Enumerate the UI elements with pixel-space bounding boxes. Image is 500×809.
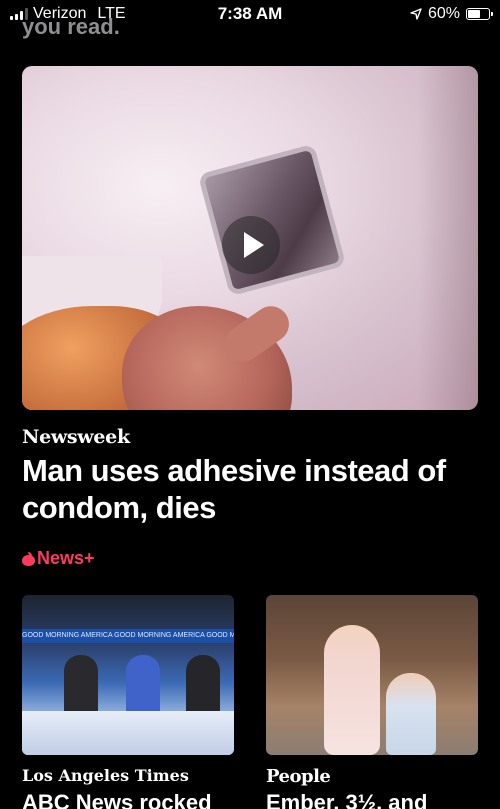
card-headline-people[interactable]: Ember, 3½, and	[266, 790, 478, 809]
location-arrow-icon	[410, 8, 422, 20]
card-source-people[interactable]: People	[266, 766, 331, 787]
anchor-figure	[186, 655, 220, 715]
news-plus-badge: News+	[22, 548, 95, 569]
status-right: 60%	[320, 5, 493, 23]
anchor-figure	[64, 655, 98, 715]
card-headline-latimes[interactable]: ABC News rocked	[22, 790, 234, 809]
battery-icon	[466, 8, 493, 20]
battery-percent: 60%	[427, 5, 460, 22]
news-desk	[22, 711, 234, 755]
play-icon[interactable]	[222, 216, 280, 274]
girl-figure	[324, 625, 380, 755]
photo-packet	[203, 149, 341, 291]
feature-video-thumbnail[interactable]	[22, 66, 478, 410]
feature-source[interactable]: Newsweek	[22, 426, 130, 448]
clock: 7:38 AM	[217, 4, 283, 23]
anchor-figure	[126, 655, 160, 715]
apple-logo-icon	[22, 551, 35, 566]
news-plus-label: News+	[37, 548, 95, 568]
boy-figure	[386, 673, 436, 755]
card-image-people[interactable]	[266, 595, 478, 755]
photo-shadow	[418, 66, 478, 410]
previous-item-text: you read.	[22, 14, 120, 39]
card-source-latimes[interactable]: Los Angeles Times	[22, 766, 189, 785]
feature-headline[interactable]: Man uses adhesive instead of condom, die…	[22, 452, 478, 526]
card-image-latimes[interactable]: GOOD MORNING AMERICA GOOD MORNING AMERIC…	[22, 595, 234, 755]
studio-banner: GOOD MORNING AMERICA GOOD MORNING AMERIC…	[22, 629, 234, 643]
